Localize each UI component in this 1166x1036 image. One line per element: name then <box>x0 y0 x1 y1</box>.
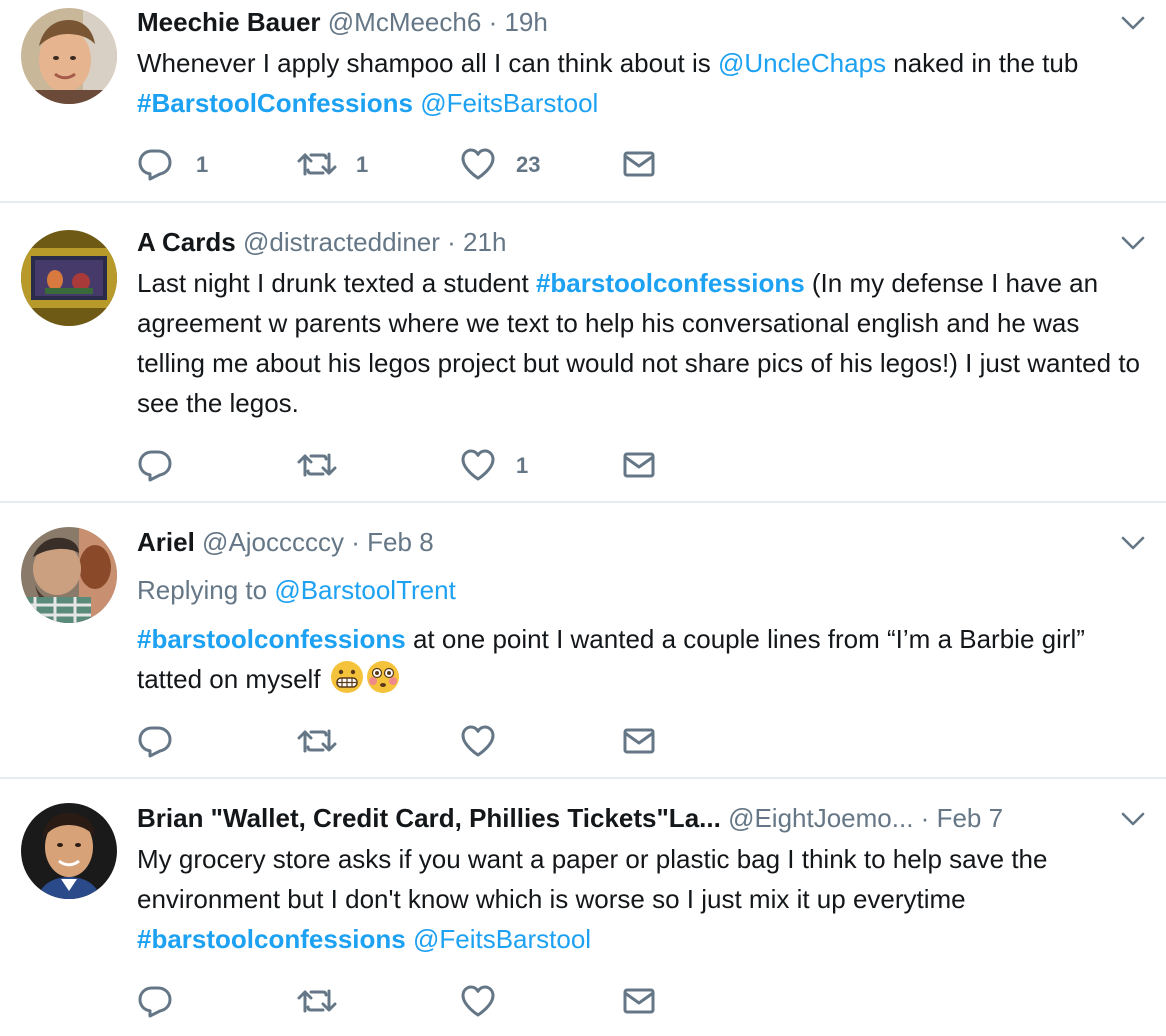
username[interactable]: @EightJoemo... <box>728 801 913 835</box>
reply-icon <box>137 447 173 483</box>
direct-message-button[interactable] <box>621 983 657 1023</box>
display-name[interactable]: A Cards <box>137 227 236 257</box>
avatar[interactable] <box>21 8 117 104</box>
reply-button[interactable] <box>137 447 173 487</box>
tweet[interactable]: A Cards @distracteddiner · 21h Last nigh… <box>0 203 1166 503</box>
text <box>406 924 413 954</box>
direct-message-button[interactable] <box>621 723 657 763</box>
grimacing-face-emoji <box>330 661 363 693</box>
retweet-button[interactable]: 1 <box>297 146 368 186</box>
tweet-header: Brian "Wallet, Credit Card, Phillies Tic… <box>137 801 1106 835</box>
reply-icon <box>137 146 173 182</box>
retweet-icon <box>297 723 337 759</box>
tweet[interactable]: Meechie Bauer @McMeech6 · 19h Whenever I… <box>0 0 1166 203</box>
display-name[interactable]: Meechie Bauer <box>137 7 321 37</box>
reply-button[interactable] <box>137 983 173 1023</box>
chevron-down-icon[interactable] <box>1120 806 1146 832</box>
reply-count: 1 <box>196 152 209 177</box>
avatar[interactable] <box>21 230 117 326</box>
tweet-text: My grocery store asks if you want a pape… <box>137 839 1144 959</box>
flushed-face-emoji <box>366 661 399 693</box>
text: naked in the tub <box>886 48 1079 78</box>
replying-to: Replying to @BarstoolTrent <box>137 573 456 607</box>
envelope-icon <box>621 983 657 1019</box>
heart-icon <box>460 723 496 759</box>
timestamp[interactable]: 19h <box>504 7 547 37</box>
chevron-down-icon[interactable] <box>1120 530 1146 556</box>
mention-link[interactable]: @FeitsBarstool <box>420 88 598 118</box>
timestamp[interactable]: 21h <box>463 227 506 257</box>
reply-button[interactable] <box>137 723 173 763</box>
retweet-count: 1 <box>356 152 369 177</box>
timestamp[interactable]: Feb 7 <box>937 803 1004 833</box>
like-button[interactable] <box>460 723 496 763</box>
envelope-icon <box>621 723 657 759</box>
separator: · <box>447 227 456 257</box>
text: My grocery store asks if you want a pape… <box>137 844 1048 914</box>
hashtag-link[interactable]: #barstoolconfessions <box>137 624 406 654</box>
reply-icon <box>137 983 173 1019</box>
reply-button[interactable]: 1 <box>137 146 208 186</box>
like-count: 23 <box>516 152 541 177</box>
tweet-text: Whenever I apply shampoo all I can think… <box>137 43 1144 123</box>
mention-link[interactable]: @FeitsBarstool <box>413 924 591 954</box>
username[interactable]: @McMeech6 <box>328 7 482 37</box>
username[interactable]: @distracteddiner <box>243 227 440 257</box>
retweet-button[interactable] <box>297 983 337 1023</box>
replying-to-label: Replying to <box>137 575 275 605</box>
like-button[interactable] <box>460 983 496 1023</box>
mention-link[interactable]: @UncleChaps <box>718 48 886 78</box>
retweet-button[interactable] <box>297 447 337 487</box>
separator: · <box>488 7 498 37</box>
mention-link[interactable]: @BarstoolTrent <box>274 575 456 605</box>
envelope-icon <box>621 447 657 483</box>
tweet-text: #barstoolconfessions at one point I want… <box>137 619 1144 699</box>
separator: · <box>920 803 930 833</box>
avatar[interactable] <box>21 527 117 623</box>
text: Whenever I apply shampoo all I can think… <box>137 48 718 78</box>
tweet-header: Ariel @Ajocccccy · Feb 8 <box>137 525 1106 559</box>
display-name[interactable]: Brian "Wallet, Credit Card, Phillies Tic… <box>137 801 721 835</box>
reply-icon <box>137 723 173 759</box>
heart-icon <box>460 983 496 1019</box>
tweet[interactable]: Brian "Wallet, Credit Card, Phillies Tic… <box>0 779 1166 1036</box>
retweet-icon <box>297 983 337 1019</box>
chevron-down-icon[interactable] <box>1120 230 1146 256</box>
like-button[interactable]: 23 <box>460 146 540 186</box>
retweet-icon <box>297 146 337 182</box>
hashtag-link[interactable]: #barstoolconfessions <box>536 268 805 298</box>
hashtag-link[interactable]: #barstoolconfessions <box>137 924 406 954</box>
envelope-icon <box>621 146 657 182</box>
text: Last night I drunk texted a student <box>137 268 536 298</box>
tweet-header: Meechie Bauer @McMeech6 · 19h <box>137 5 1106 39</box>
direct-message-button[interactable] <box>621 146 657 186</box>
hashtag-link[interactable]: #BarstoolConfessions <box>137 88 413 118</box>
retweet-button[interactable] <box>297 723 337 763</box>
timestamp[interactable]: Feb 8 <box>367 527 434 557</box>
separator: · <box>351 527 360 557</box>
tweet-text: Last night I drunk texted a student #bar… <box>137 263 1144 423</box>
username[interactable]: @Ajocccccy <box>202 527 344 557</box>
heart-icon <box>460 447 496 483</box>
chevron-down-icon[interactable] <box>1120 10 1146 36</box>
avatar[interactable] <box>21 803 117 899</box>
retweet-icon <box>297 447 337 483</box>
tweet-header: A Cards @distracteddiner · 21h <box>137 225 1106 259</box>
heart-icon <box>460 146 496 182</box>
like-button[interactable]: 1 <box>460 447 528 487</box>
display-name[interactable]: Ariel <box>137 527 195 557</box>
direct-message-button[interactable] <box>621 447 657 487</box>
like-count: 1 <box>516 453 529 478</box>
tweet[interactable]: Ariel @Ajocccccy · Feb 8 Replying to @Ba… <box>0 503 1166 779</box>
